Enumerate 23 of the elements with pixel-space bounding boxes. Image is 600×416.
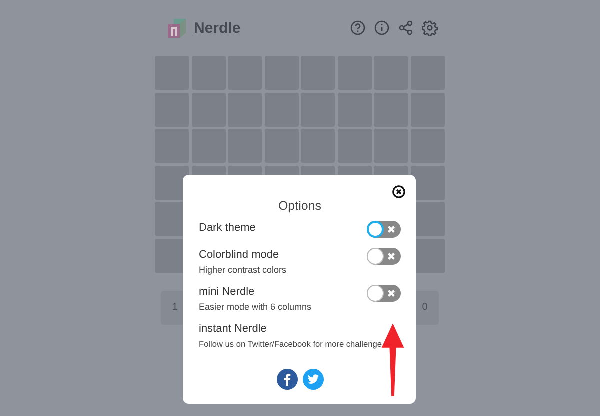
share-icon[interactable] xyxy=(398,20,414,36)
x-icon xyxy=(387,252,396,261)
option-description: Easier mode with 6 columns xyxy=(199,302,312,312)
x-icon xyxy=(387,289,396,298)
option-label: instant Nerdle xyxy=(199,323,268,335)
close-icon[interactable] xyxy=(392,185,406,199)
logo-icon xyxy=(166,17,188,39)
option-label: mini Nerdle xyxy=(199,286,256,298)
option-label: Dark theme xyxy=(199,222,256,234)
option-label: Colorblind mode xyxy=(199,249,280,261)
toggle-switch[interactable] xyxy=(367,221,401,238)
info-icon[interactable] xyxy=(374,20,390,36)
x-icon xyxy=(387,225,396,234)
facebook-icon[interactable] xyxy=(276,369,298,390)
option-description: Follow us on Twitter/Facebook for more challenge xyxy=(199,339,383,349)
dialog-title: Options xyxy=(277,199,323,213)
help-icon[interactable] xyxy=(350,20,366,36)
toggle-switch[interactable] xyxy=(367,248,401,265)
toggle-switch[interactable] xyxy=(367,285,401,302)
app-title: Nerdle xyxy=(194,20,241,36)
settings-icon[interactable] xyxy=(422,20,438,36)
twitter-icon[interactable] xyxy=(302,369,324,390)
option-description: Higher contrast colors xyxy=(199,265,287,275)
